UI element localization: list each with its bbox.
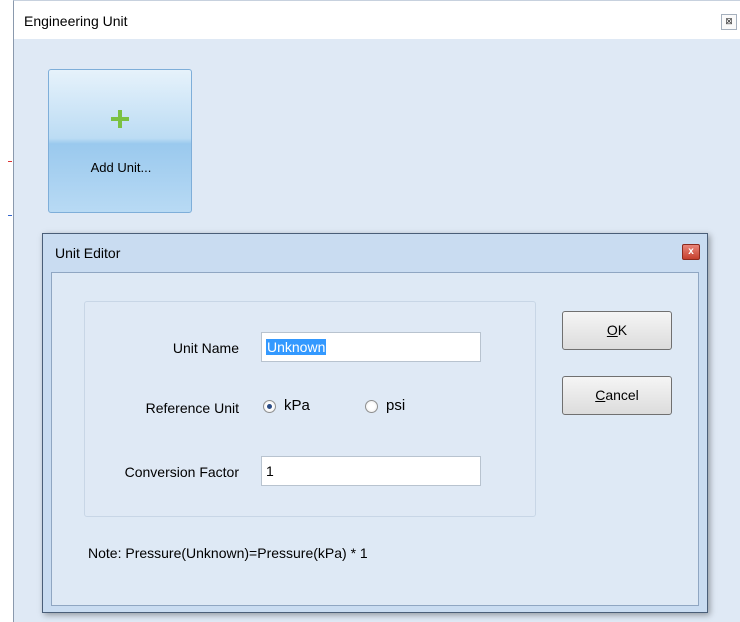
add-unit-button[interactable]: Add Unit... <box>48 69 192 213</box>
unit-name-label: Unit Name <box>172 340 239 356</box>
cancel-button[interactable]: Cancel <box>562 376 672 415</box>
edge-mark-blue <box>8 215 12 216</box>
edge-mark-red <box>8 161 12 162</box>
unit-settings-group: Unit Name Unknown Reference Unit kPa psi… <box>84 301 536 517</box>
add-unit-label: Add Unit... <box>90 160 152 175</box>
window-title: Engineering Unit <box>24 13 128 29</box>
unit-name-input[interactable]: Unknown <box>261 332 481 362</box>
dialog-title: Unit Editor <box>55 245 121 261</box>
reference-unit-label: Reference Unit <box>145 400 239 416</box>
cancel-mnemonic: C <box>595 387 606 403</box>
unit-editor-dialog: Unit Editor x Unit Name Unknown Referenc… <box>42 233 708 613</box>
conversion-factor-value: 1 <box>266 463 274 479</box>
kpa-radio[interactable] <box>263 400 276 413</box>
dialog-titlebar: Unit Editor x <box>43 234 707 272</box>
window-titlebar: Engineering Unit ⊠ <box>14 1 740 39</box>
conversion-factor-input[interactable]: 1 <box>261 456 481 486</box>
ok-label: K <box>617 322 628 338</box>
psi-radio-label[interactable]: psi <box>386 397 405 414</box>
plus-icon <box>111 110 129 128</box>
cancel-label: ancel <box>605 387 639 403</box>
kpa-radio-label[interactable]: kPa <box>284 397 310 414</box>
conversion-factor-label: Conversion Factor <box>124 464 239 480</box>
ok-button[interactable]: OK <box>562 311 672 350</box>
window-close-icon[interactable]: ⊠ <box>721 14 737 30</box>
unit-name-value: Unknown <box>266 339 327 355</box>
psi-radio[interactable] <box>365 400 378 413</box>
dialog-body: Unit Name Unknown Reference Unit kPa psi… <box>51 272 699 606</box>
ok-mnemonic: O <box>606 322 618 338</box>
conversion-note: Note: Pressure(Unknown)=Pressure(kPa) * … <box>88 545 368 561</box>
dialog-close-icon[interactable]: x <box>682 244 700 260</box>
